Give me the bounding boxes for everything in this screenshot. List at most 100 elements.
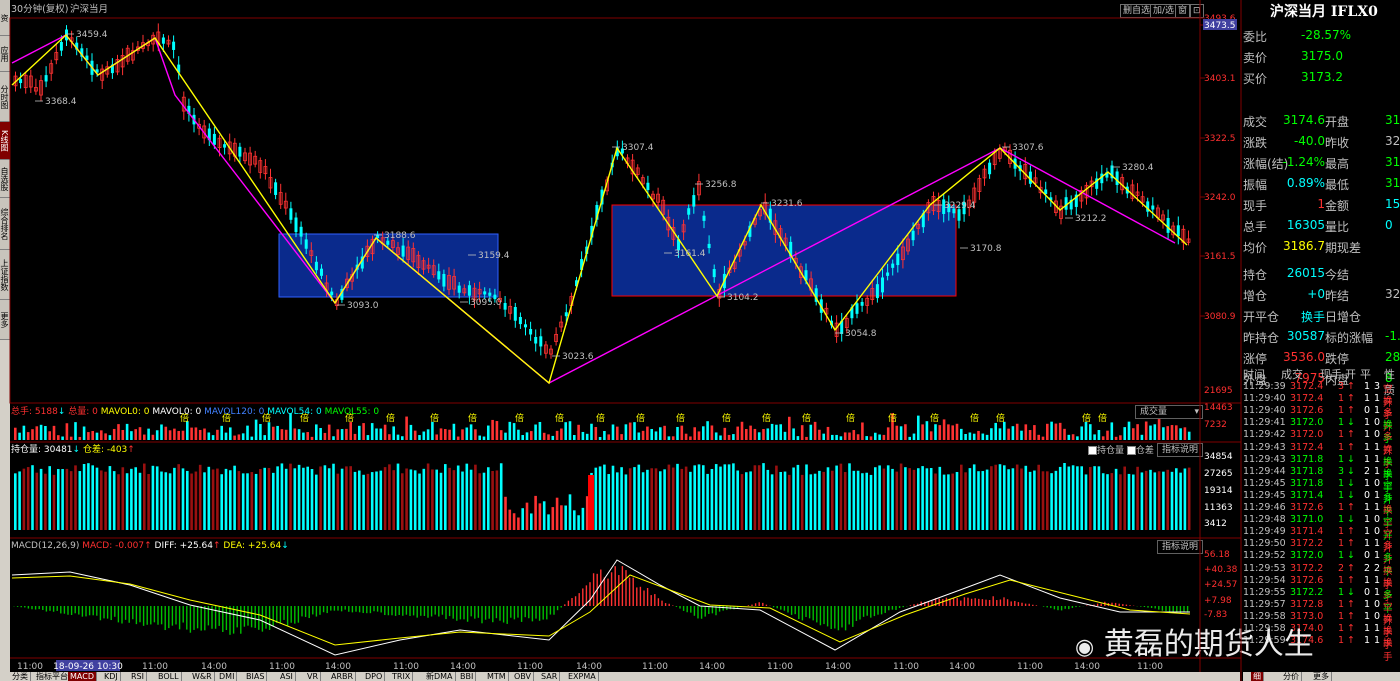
indicator-tab-asi[interactable]: ASI [278, 672, 296, 681]
left-tab-3[interactable]: K线图 [0, 122, 10, 160]
tick-cell: 1 [1364, 598, 1371, 610]
quote-row: 持仓 26015 今结 [1243, 262, 1400, 283]
tick-cell: 11:29:42 [1243, 429, 1286, 441]
quote-value: -1.24% [1282, 155, 1325, 169]
indicator-tab-w&r[interactable]: W&R [190, 672, 215, 681]
tick-cell: 2 [1364, 562, 1371, 574]
left-tab-0[interactable]: 资 [0, 0, 10, 36]
quote-value-2: 0 [1385, 218, 1393, 232]
indicator-tab-expma[interactable]: EXPMA [566, 672, 599, 681]
macd-indicator-help-button[interactable]: 指标说明 [1157, 540, 1204, 554]
quote-value: 0.89% [1286, 176, 1325, 190]
oi-checkbox-label: 持仓量 [1097, 446, 1125, 456]
indicator-tab-分类[interactable]: 分类 [10, 672, 31, 681]
quote-value: +0 [1307, 287, 1325, 301]
quote-row: 涨停 3536.0跌停 289 [1243, 346, 1400, 367]
arrow-up-icon: ↑ [1347, 381, 1355, 392]
indicator-tab-obv[interactable]: OBV [512, 672, 535, 681]
window-button[interactable]: 窗 [1175, 4, 1191, 18]
quote-value: 3175.0 [1301, 49, 1343, 63]
tick-cell: 11:29:39 [1243, 381, 1286, 392]
indicator-tab-bias[interactable]: BIAS [244, 672, 268, 681]
arrow-down-icon: ↓ [72, 445, 81, 455]
tick-cell: 1 [1364, 441, 1371, 453]
right-tab-0[interactable]: 细 [1251, 672, 1264, 681]
right-tab-1[interactable]: 分价 [1281, 672, 1302, 681]
oi-change-checkbox[interactable] [1126, 446, 1136, 455]
tick-cell: 0 [1374, 429, 1381, 441]
indicator-tab-rsi[interactable]: RSI [129, 672, 147, 681]
left-tab-5[interactable]: 综合排名 [0, 198, 10, 250]
indicator-tab-kdj[interactable]: KDJ [102, 672, 121, 681]
quote-value: 3186.7 [1283, 239, 1325, 253]
tick-cell: 1 [1364, 538, 1371, 550]
delete-watchlist-button[interactable]: 删自选 [1120, 4, 1154, 18]
quote-label-2: 今结 [1325, 268, 1350, 282]
tick-cell: 3171.4 [1290, 489, 1324, 501]
quote-value-2: 31 [1385, 176, 1400, 190]
indicator-tab-arbr[interactable]: ARBR [329, 672, 357, 681]
quote-row: 振幅 0.89% 最低 31 [1243, 172, 1400, 193]
tick-row: 11:29:57 3172.8 1 1 0 空开 ↑ [1243, 598, 1400, 627]
tick-cell: 11:29:46 [1243, 502, 1286, 513]
quote-label: 买价 [1243, 72, 1268, 86]
mavol54-label: MAVOL54: 0 [267, 407, 322, 417]
tick-row: 11:29:58 3173.0 1 1 0 换手 ↑ [1243, 610, 1400, 639]
tick-cell: 3172.4 [1290, 393, 1324, 405]
left-tab-4[interactable]: 自选股 [0, 160, 10, 198]
tick-cell: 1 [1364, 623, 1371, 634]
quote-row: 卖价 3175.0 [1243, 45, 1400, 66]
watermark: ◉ 黄磊的期货人生 [1075, 630, 1314, 660]
indicator-tab-vr[interactable]: VR [305, 672, 322, 681]
tick-cell: 2 [1364, 465, 1371, 477]
tick-row: 11:29:40 3172.4 1 1 1 换手 ↑ [1243, 393, 1400, 421]
tick-cell: 2 [1374, 562, 1381, 574]
mavol-b-label: MAVOL0: 0 [152, 407, 202, 417]
tick-cell: 1 [1374, 550, 1381, 562]
tick-cell: 1 [1374, 635, 1381, 647]
maximize-icon[interactable]: ⊡ [1190, 4, 1204, 18]
tick-cell: 3172.4 [1290, 441, 1324, 453]
quote-label: 增仓 [1243, 289, 1268, 303]
left-tab-7[interactable]: 更多 [0, 300, 10, 340]
tick-cell: 1 [1338, 417, 1345, 429]
indicator-tab-macd[interactable]: MACD [68, 672, 97, 681]
indicator-tab-dmi[interactable]: DMI [217, 672, 238, 681]
arrow-up-icon: ↑ [1347, 610, 1355, 622]
indicator-tab-指标平台[interactable]: 指标平台 [34, 672, 71, 681]
tick-cell: 11:29:40 [1243, 393, 1286, 405]
tick-cell: 11:29:49 [1243, 526, 1286, 538]
indicator-tab-新dma[interactable]: 新DMA [424, 672, 456, 681]
oi-checkbox[interactable] [1088, 446, 1097, 455]
watermark-text: 黄磊的期货人生 [1103, 627, 1314, 662]
volume-header: 总手: 5188↓ 总量: 0 MAVOL0: 0 MAVOL0: 0 MAVO… [11, 408, 379, 417]
tick-cell: 1 [1374, 405, 1381, 417]
tick-cell: 3172.0 [1290, 417, 1324, 429]
quote-value: -28.57% [1301, 28, 1352, 42]
indicator-tab-bbi[interactable]: BBI [458, 672, 477, 681]
indicator-tab-sar[interactable]: SAR [539, 672, 561, 681]
volume-indicator-select[interactable]: 成交量 ▾ [1135, 405, 1203, 419]
indicator-tab-trix[interactable]: TRIX [390, 672, 414, 681]
arrow-up-icon: ↑ [1347, 623, 1355, 634]
tick-cell: 3172.6 [1290, 502, 1324, 513]
tick-cell: 1 [1374, 453, 1381, 465]
tick-cell: 1 [1338, 489, 1345, 501]
tick-cell: 3172.6 [1290, 405, 1324, 417]
tick-cell: 3172.6 [1290, 574, 1324, 586]
right-tab-2[interactable]: 更多 [1311, 672, 1332, 681]
left-tab-6[interactable]: 上证指数 [0, 250, 10, 300]
oi-indicator-help-button[interactable]: 指标说明 [1157, 443, 1204, 457]
left-tab-2[interactable]: 分时图 [0, 72, 10, 122]
oi-label: 持仓量: 30481 [11, 445, 73, 455]
arrow-up-icon: ↑ [144, 541, 152, 551]
tick-cell: 11:29:43 [1243, 441, 1286, 453]
add-watchlist-button[interactable]: 加/选 [1150, 4, 1178, 18]
indicator-tab-dpo[interactable]: DPO [363, 672, 386, 681]
quote-label: 涨停 [1243, 352, 1268, 366]
period-label[interactable]: 30分钟(复权) [11, 5, 69, 15]
left-tab-1[interactable]: 应用 [0, 36, 10, 72]
indicator-tab-boll[interactable]: BOLL [156, 672, 182, 681]
indicator-tab-mtm[interactable]: MTM [485, 672, 509, 681]
quote-label-2: 金额 [1325, 199, 1350, 213]
